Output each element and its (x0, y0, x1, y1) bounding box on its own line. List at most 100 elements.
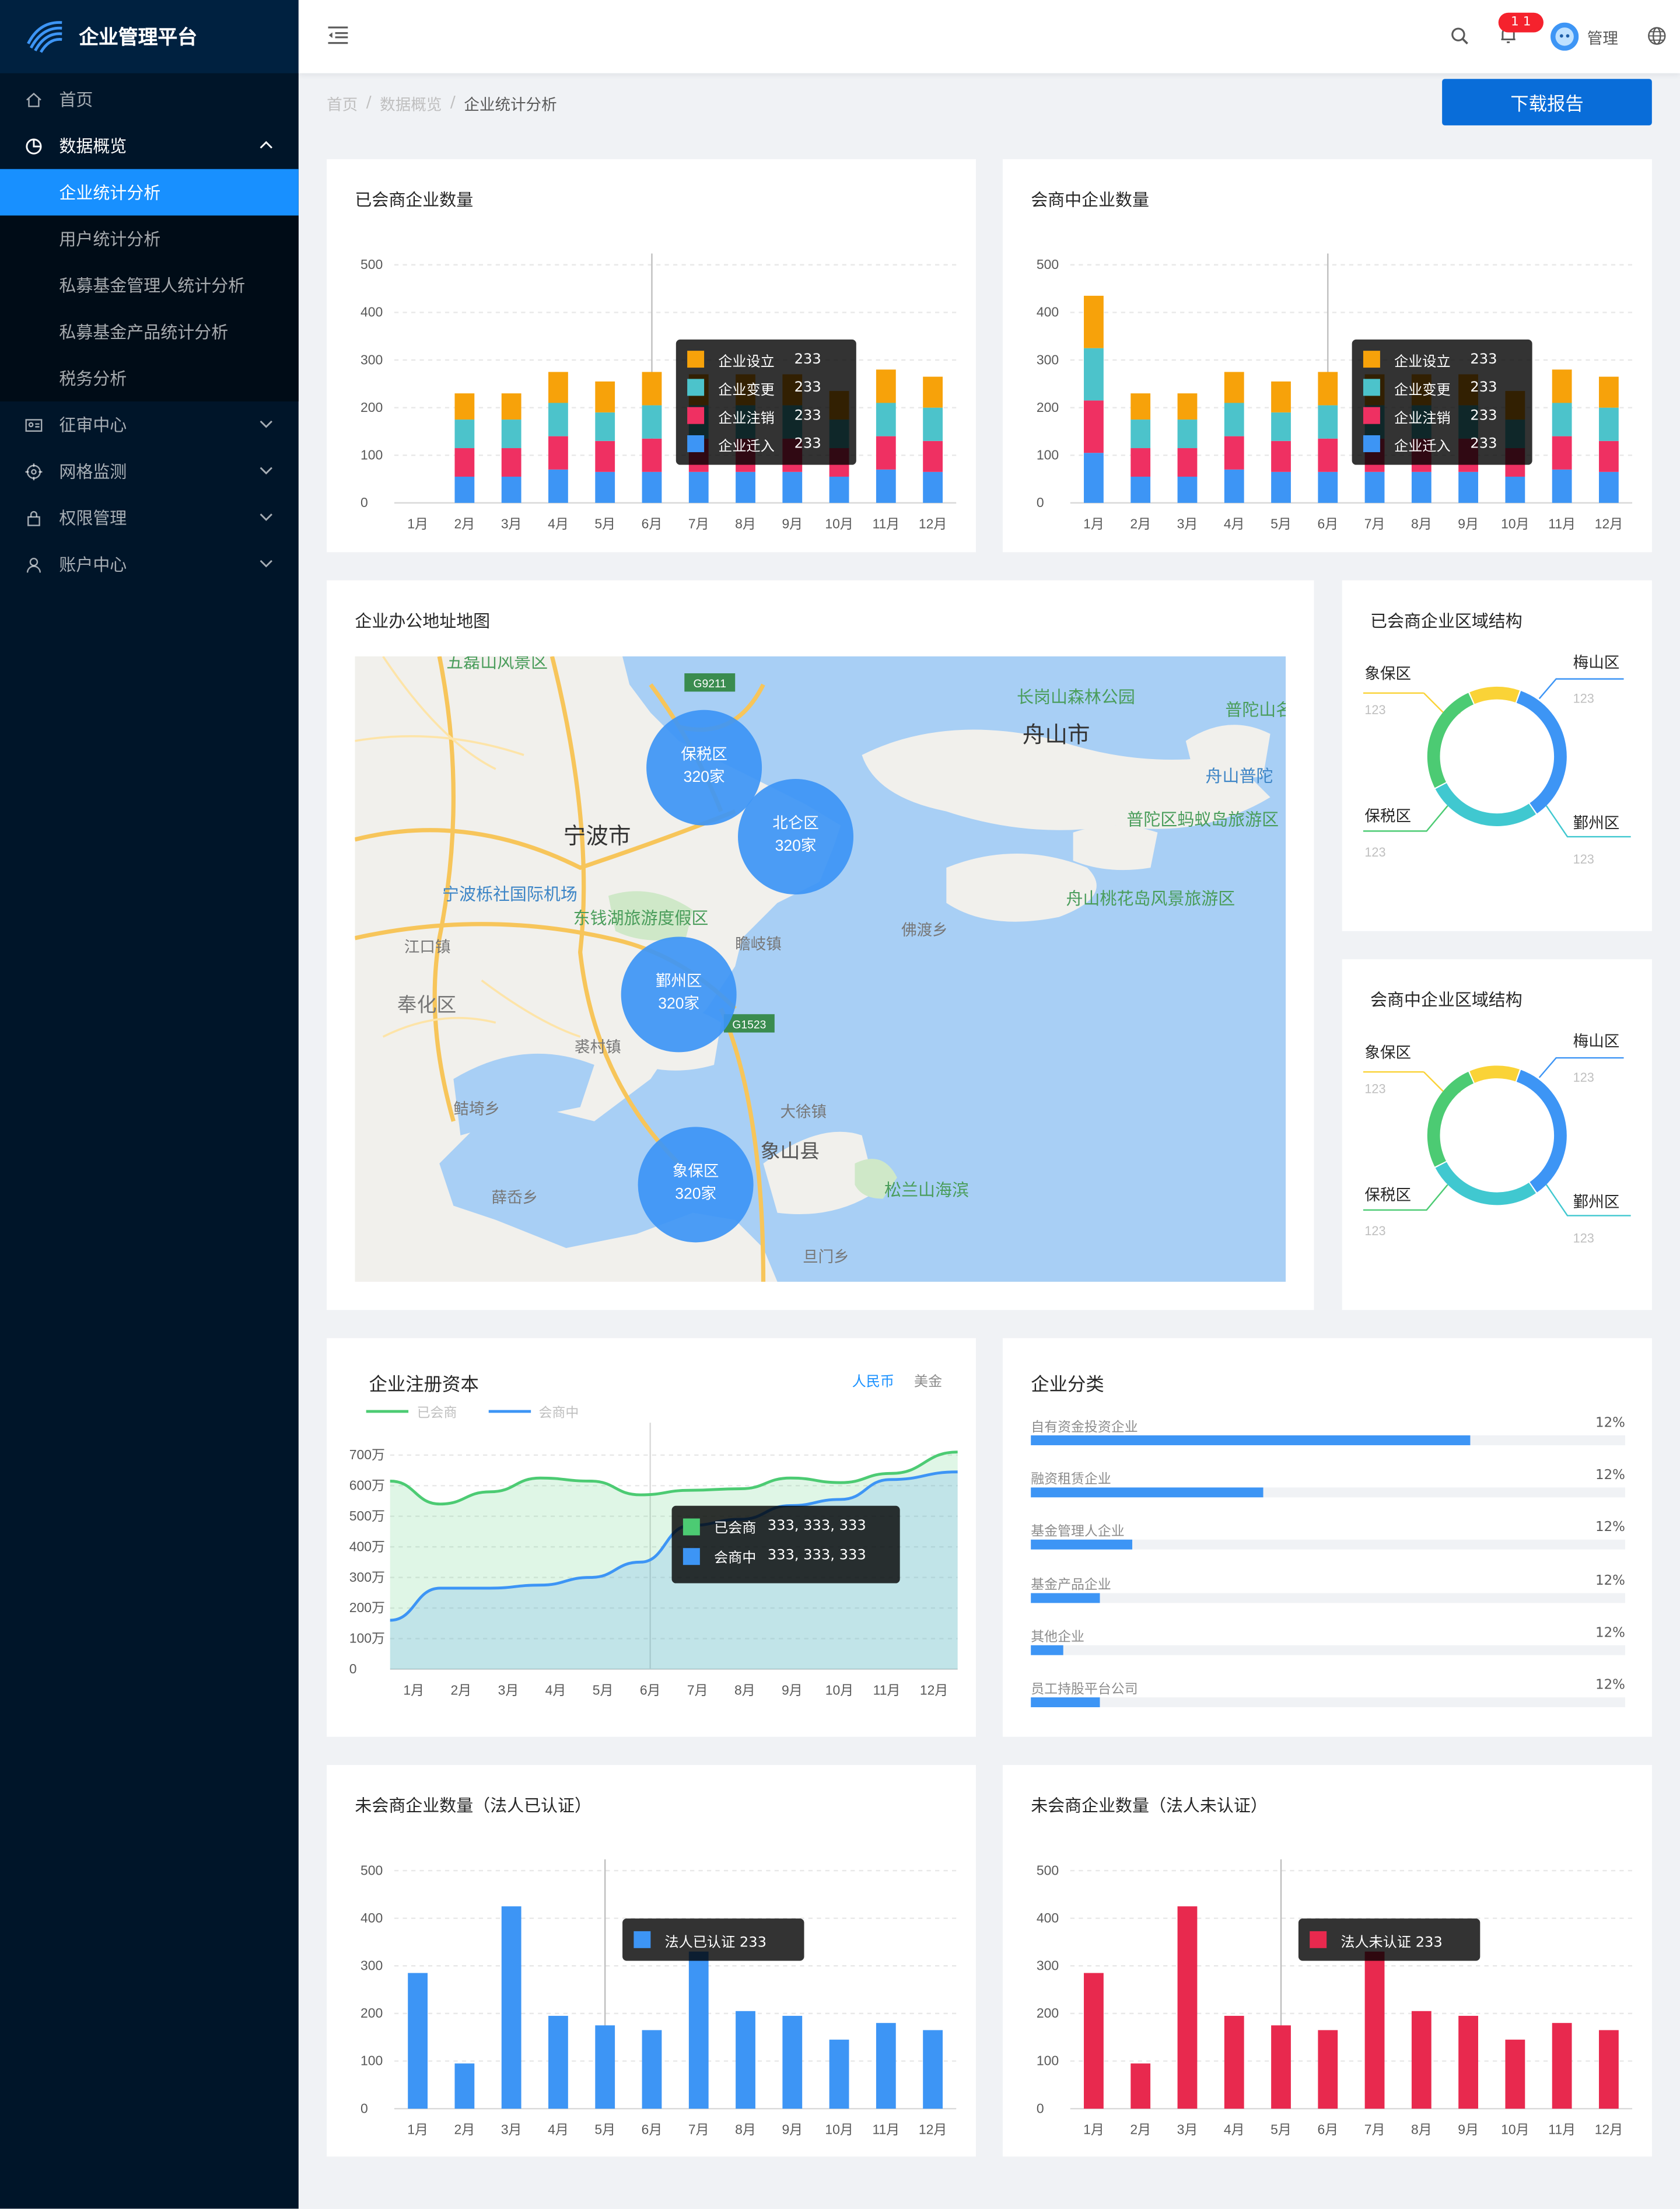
breadcrumb-item-current: 企业统计分析 (464, 96, 557, 114)
donut-label-value: 123 (1364, 702, 1385, 717)
user-name[interactable]: 管理 (1587, 27, 1618, 50)
map-bubble-name: 象保区 (673, 1162, 719, 1180)
y-tick-label: 200 (1037, 2005, 1059, 2021)
bar-segment (1177, 448, 1198, 477)
x-tick-label: 9月 (782, 2122, 803, 2137)
bar (1177, 1906, 1198, 2109)
x-tick-label: 2月 (1130, 516, 1151, 531)
x-tick-label: 8月 (1411, 2122, 1432, 2137)
office-address-map-card: 企业办公地址地图 G9211 G1523 五磊山风景区 长岗山森林公园 普陀山 … (327, 580, 1314, 1310)
sidebar-subitem-tax-analysis[interactable]: 税务分析 (0, 355, 299, 401)
app-logo[interactable]: 企业管理平台 (0, 0, 299, 74)
y-tick-label: 400 (1037, 1910, 1059, 1925)
bar (454, 2063, 475, 2109)
map-bubble-value: 320家 (658, 995, 699, 1012)
x-tick-label: 1月 (1083, 2122, 1104, 2137)
sidebar-subitem-fund-manager-stats[interactable]: 私募基金管理人统计分析 (0, 262, 299, 309)
category-label: 基金产品企业 (1031, 1577, 1111, 1593)
map-bubble-yinzhou[interactable]: 鄞州区 320家 (621, 936, 737, 1053)
globe-icon[interactable] (1648, 27, 1666, 45)
map-place-label: 宁波栎社国际机场 (442, 886, 578, 904)
bar (1224, 2015, 1244, 2109)
x-tick-label: 3月 (501, 516, 522, 531)
donut-label-value: 123 (1573, 1231, 1594, 1245)
menu-fold-icon[interactable] (327, 25, 349, 45)
map-bubble-name: 保税区 (681, 745, 727, 763)
sidebar-item-review-center[interactable]: 征审中心 (0, 401, 299, 448)
x-tick-label: 6月 (1317, 516, 1338, 531)
bar (1130, 2063, 1151, 2109)
y-tick-label: 300 (360, 352, 383, 367)
x-tick-label: 10月 (825, 1682, 853, 1697)
donut-label-name: 梅山区 (1573, 653, 1620, 671)
x-tick-label: 10月 (1501, 2122, 1529, 2137)
chevron-down-icon (260, 420, 272, 428)
sidebar-item-grid-monitor[interactable]: 网格监测 (0, 448, 299, 495)
map-bubble-xiangbao[interactable]: 象保区 320家 (638, 1127, 754, 1243)
x-tick-label: 3月 (1177, 2122, 1198, 2137)
donut-label-value: 123 (1573, 691, 1594, 706)
map-place-label: 奉化区 (397, 994, 456, 1016)
chevron-down-icon (260, 467, 272, 475)
breadcrumb-item-overview[interactable]: 数据概览 (380, 93, 442, 116)
avatar[interactable] (1550, 22, 1579, 51)
tooltip-label: 企业变更 (718, 382, 775, 399)
bar-segment (1411, 471, 1432, 503)
progress-track (1031, 1487, 1625, 1498)
map-bubble-beilun[interactable]: 北仑区 320家 (738, 779, 854, 895)
progress-track (1031, 1645, 1625, 1655)
map-bubble-free-trade-zone[interactable]: 保税区 320家 (646, 709, 762, 826)
x-tick-label: 11月 (873, 1682, 901, 1697)
y-tick-label: 0 (360, 495, 368, 510)
bar-segment (454, 476, 475, 503)
x-tick-label: 5月 (594, 516, 615, 531)
merging-stacked-bar-chart: 0 100 200 300 400 500 1月 2月 3月 4月 5月 6月 7月 8月 9月 10月 11月… (1037, 253, 1633, 531)
sidebar-subitem-fund-product-stats[interactable]: 私募基金产品统计分析 (0, 309, 299, 355)
bar (501, 1906, 522, 2109)
progress-track (1031, 1540, 1625, 1550)
bar (829, 2039, 849, 2109)
y-tick-label: 300万 (349, 1570, 385, 1585)
map-road-label: G9211 (693, 678, 726, 690)
tooltip-label: 企业迁入 (718, 439, 775, 455)
x-tick-label: 1月 (403, 1682, 424, 1697)
x-tick-label: 2月 (454, 516, 475, 531)
sidebar-item-account[interactable]: 账户中心 (0, 541, 299, 588)
merged-stacked-bar-chart: 0 100 200 300 400 500 1月 2月 3月 4月 5月 6月 7月 8月 9月 10月 11月… (360, 253, 957, 531)
bar (1552, 2023, 1572, 2109)
bar-segment (736, 471, 755, 503)
tooltip-value: 233 (794, 379, 821, 396)
category-percent: 12% (1595, 1572, 1625, 1589)
category-row: 员工持股平台公司 12% (1031, 1677, 1625, 1708)
sidebar-item-data-overview[interactable]: 数据概览 (0, 123, 299, 169)
bar-segment (1552, 469, 1572, 503)
y-tick-label: 100 (360, 2053, 383, 2068)
map-place-label: 瞻岐镇 (735, 935, 782, 953)
y-tick-label: 300 (1037, 1958, 1059, 1973)
bar-segment (454, 420, 475, 449)
bar-segment (454, 448, 475, 477)
download-report-button[interactable]: 下载报告 (1442, 79, 1652, 125)
logo-icon (27, 21, 62, 53)
breadcrumb-bar: 首页 / 数据概览 / 企业统计分析 下载报告 (299, 74, 1680, 132)
map-place-label: 江口镇 (404, 938, 451, 956)
bar-segment (1130, 476, 1151, 503)
x-tick-label: 5月 (1270, 2122, 1292, 2137)
breadcrumb-item-home[interactable]: 首页 (327, 93, 358, 116)
y-tick-label: 500 (1037, 1862, 1059, 1878)
sidebar-subitem-enterprise-stats[interactable]: 企业统计分析 (0, 169, 299, 216)
bar-segment (688, 471, 709, 503)
search-icon[interactable] (1451, 27, 1469, 45)
y-tick-label: 0 (1037, 495, 1044, 510)
bar-segment (923, 441, 943, 472)
tooltip-label: 企业设立 (1394, 354, 1451, 370)
bar-segment (876, 369, 896, 403)
bar-segment (782, 471, 803, 503)
y-tick-label: 400 (1037, 305, 1059, 320)
sidebar-item-permissions[interactable]: 权限管理 (0, 494, 299, 541)
bar-segment (548, 469, 568, 503)
bar-segment (1224, 403, 1244, 436)
sidebar-item-home[interactable]: 首页 (0, 76, 299, 123)
office-address-map[interactable]: G9211 G1523 五磊山风景区 长岗山森林公园 普陀山名胜区 普陀区蚂蚁岛… (355, 656, 1286, 1282)
sidebar-subitem-user-stats[interactable]: 用户统计分析 (0, 215, 299, 262)
